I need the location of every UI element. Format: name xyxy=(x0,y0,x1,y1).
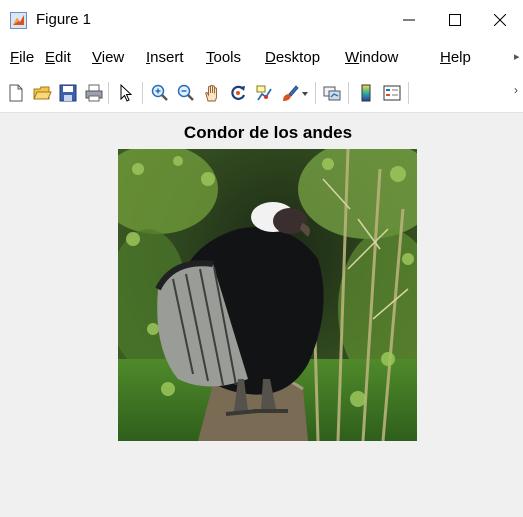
maximize-icon xyxy=(449,14,461,26)
link-plot-icon[interactable] xyxy=(322,83,342,103)
menu-file[interactable]: File xyxy=(10,49,34,67)
pointer-icon[interactable] xyxy=(116,83,136,103)
toolbar-separator xyxy=(108,82,109,104)
toolbar-separator xyxy=(315,82,316,104)
menu-window[interactable]: Window xyxy=(345,49,398,67)
figure-toolbar: › xyxy=(0,74,523,113)
zoom-in-icon[interactable] xyxy=(150,83,170,103)
condor-image xyxy=(118,149,417,441)
close-button[interactable] xyxy=(477,0,523,40)
open-file-icon[interactable] xyxy=(32,83,52,103)
menu-insert[interactable]: Insert xyxy=(146,49,184,67)
menu-tools[interactable]: Tools xyxy=(206,49,241,67)
new-figure-icon[interactable] xyxy=(6,83,26,103)
axes-title: Condor de los andes xyxy=(183,123,353,142)
print-icon[interactable] xyxy=(84,83,104,103)
legend-icon[interactable] xyxy=(382,83,402,103)
rotate-3d-icon[interactable] xyxy=(228,83,248,103)
window-titlebar[interactable]: Figure 1 xyxy=(0,0,523,40)
data-cursor-icon[interactable] xyxy=(254,83,274,103)
menu-view[interactable]: View xyxy=(92,49,124,67)
zoom-out-icon[interactable] xyxy=(176,83,196,103)
figure-canvas[interactable]: Condor de los andes xyxy=(0,113,523,517)
menu-edit[interactable]: Edit xyxy=(45,49,71,67)
dropdown-arrow-icon[interactable] xyxy=(300,83,310,103)
pan-hand-icon[interactable] xyxy=(202,83,222,103)
colorbar-icon[interactable] xyxy=(356,83,376,103)
toolbar-overflow-icon[interactable]: › xyxy=(514,83,518,97)
minimize-button[interactable] xyxy=(386,0,432,40)
menu-overflow-arrow-icon[interactable]: ▸ xyxy=(514,50,520,63)
menu-bar: File Edit View Insert Tools Desktop Wind… xyxy=(0,40,523,74)
toolbar-separator xyxy=(348,82,349,104)
matlab-figure-icon xyxy=(10,12,27,29)
toolbar-separator xyxy=(142,82,143,104)
close-icon xyxy=(494,14,506,26)
brush-icon[interactable] xyxy=(280,83,300,103)
toolbar-separator xyxy=(408,82,409,104)
menu-help[interactable]: Help xyxy=(440,49,471,67)
window-title: Figure 1 xyxy=(36,11,92,28)
menu-desktop[interactable]: Desktop xyxy=(265,49,320,67)
maximize-button[interactable] xyxy=(432,0,478,40)
minimize-icon xyxy=(403,19,415,21)
save-icon[interactable] xyxy=(58,83,78,103)
